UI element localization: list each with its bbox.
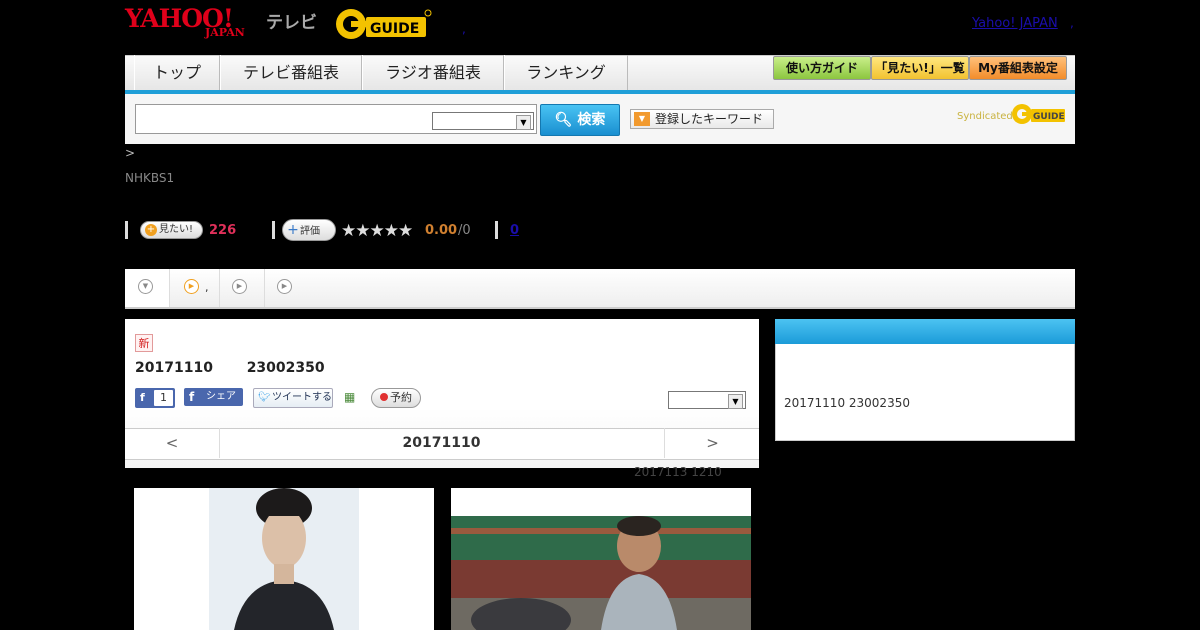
reminder-select[interactable]: ▼ (668, 391, 746, 409)
add-to-my-listings-icon[interactable]: ▦ (344, 390, 355, 404)
reserve-label: 予約 (390, 391, 412, 404)
divider (125, 221, 128, 239)
rating-stars: ★★★★★ (341, 221, 413, 241)
tab-top[interactable]: トップ (134, 55, 220, 90)
play-icon: ▶ (184, 279, 199, 294)
prev-day-button[interactable]: < (125, 428, 220, 458)
divider (495, 221, 498, 239)
tv-logo: テレビ (266, 13, 317, 33)
tab-reviews[interactable]: ▶ (265, 269, 305, 307)
want-to-watch-label: 見たい! (159, 224, 194, 235)
tab-ranking[interactable]: ランキング (504, 55, 628, 90)
tab-related[interactable]: ▶ , (170, 269, 220, 307)
review-count-link[interactable]: 0 (510, 223, 519, 238)
tab-cast[interactable]: ▶ (220, 269, 265, 307)
usage-guide-button[interactable]: 使い方ガイド (773, 56, 871, 80)
syndicated-gguide-badge: Syndicated GUIDE (957, 103, 1067, 125)
rebroadcast-info: 2017113 1210 (634, 465, 722, 479)
facebook-like-count: 1 (154, 390, 173, 406)
svg-text:GUIDE: GUIDE (370, 21, 419, 37)
tab-radio-listings[interactable]: ラジオ番組表 (362, 55, 504, 90)
want-to-watch-count: 226 (209, 223, 237, 238)
reserve-button[interactable]: 予約 (371, 388, 421, 408)
rate-label: 評価 (300, 226, 320, 237)
rate-button[interactable]: +評価 (282, 219, 336, 241)
facebook-like-button[interactable]: f 1 (135, 388, 175, 408)
facebook-share-label: シェア (206, 391, 236, 402)
record-icon (380, 393, 388, 401)
syndicated-label: Syndicated (957, 111, 1013, 122)
tweet-label: ツイートする (272, 392, 332, 403)
my-listings-settings-button[interactable]: My番組表設定 (969, 56, 1067, 80)
breadcrumb[interactable]: > (125, 146, 135, 160)
tab-program-info[interactable]: ▼ (125, 269, 170, 307)
search-category-select[interactable]: ▼ (432, 112, 534, 130)
facebook-icon: f (189, 390, 195, 404)
plus-icon: + (145, 224, 157, 236)
tweet-button[interactable]: 🐦︎ ツイートする (253, 388, 333, 408)
rating-score: 0.00 (425, 223, 458, 238)
search-icon: 🔍︎ (554, 112, 573, 128)
svg-text:GUIDE: GUIDE (1033, 112, 1065, 122)
chevron-down-icon: ▼ (728, 394, 743, 409)
header-separator-dot: , (462, 22, 466, 36)
want-to-watch-button[interactable]: + 見たい! (140, 221, 203, 239)
program-photo[interactable] (451, 488, 751, 630)
gguide-logo-graphic: GUIDE (336, 9, 432, 39)
current-date: 20171110 (402, 435, 481, 451)
gguide-small-logo: GUIDE (1012, 104, 1065, 124)
search-button[interactable]: 🔍︎ 検索 (540, 104, 620, 136)
chevron-down-icon: ▼ (138, 279, 153, 294)
sidebar-header (775, 319, 1075, 344)
broadcast-datetime: 20171110 23002350 (135, 360, 325, 376)
gguide-logo[interactable]: GUIDE (334, 7, 432, 41)
chevron-down-icon: ▼ (516, 115, 531, 130)
broadcast-time: 23002350 (246, 360, 325, 376)
search-button-label: 検索 (577, 112, 606, 128)
saved-keywords-label: 登録したキーワード (655, 112, 764, 126)
cast-photo[interactable] (134, 488, 434, 630)
tab-tv-listings[interactable]: テレビ番組表 (220, 55, 362, 90)
divider (272, 221, 275, 239)
play-icon: ▶ (277, 279, 292, 294)
twitter-icon: 🐦︎ (258, 392, 271, 403)
facebook-icon: f (140, 391, 145, 404)
yahoo-japan-link[interactable]: Yahoo! JAPAN (972, 16, 1058, 31)
plus-icon: + (287, 222, 299, 238)
saved-keywords-button[interactable]: ▼ 登録したキーワード (630, 109, 774, 129)
header-right-dot: , (1070, 16, 1074, 30)
rating-count: /0 (458, 223, 471, 238)
keyword-arrow-icon: ▼ (634, 112, 650, 126)
watchlist-button[interactable]: 「見たい!」一覧 (871, 56, 969, 80)
facebook-share-button[interactable]: f シェア (184, 388, 243, 406)
next-day-button[interactable]: > (664, 428, 760, 458)
channel-name: NHKBS1 (125, 171, 175, 185)
tab-dot: , (205, 281, 209, 294)
cast-photo-image (209, 488, 359, 630)
program-photo-image (451, 516, 751, 630)
broadcast-date: 20171110 (135, 360, 213, 376)
play-icon: ▶ (232, 279, 247, 294)
sidebar-datetime: 20171110 23002350 (784, 396, 910, 410)
new-badge: 新 (135, 334, 153, 352)
yahoo-japan-sublogo: JAPAN (205, 26, 245, 39)
